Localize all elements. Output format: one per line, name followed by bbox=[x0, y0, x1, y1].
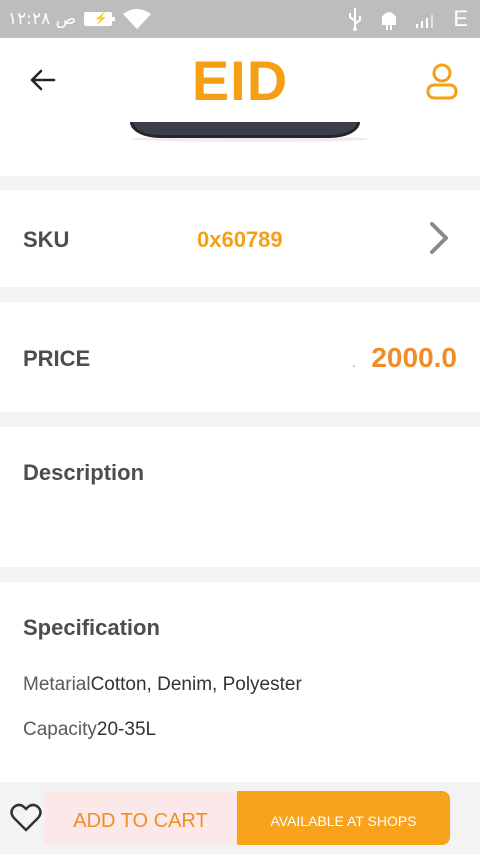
sku-value: 0x60789 bbox=[197, 227, 283, 252]
price-label: PRICE bbox=[23, 346, 91, 371]
spec-row: Capacity20-35L bbox=[23, 719, 156, 741]
user-icon bbox=[426, 63, 458, 100]
status-right-icons: E bbox=[347, 0, 468, 38]
available-at-shops-button[interactable]: AVAILABLE AT SHOPS bbox=[237, 791, 450, 845]
android-icon bbox=[382, 12, 397, 30]
signal-icon bbox=[416, 15, 434, 28]
spec-row: MetarialCotton, Denim, Polyester bbox=[23, 674, 302, 696]
status-time: ص ١٢:٢٨ bbox=[8, 9, 77, 29]
app-title: EID bbox=[191, 49, 289, 112]
battery-icon: ⚡ bbox=[84, 0, 115, 38]
description-label: Description bbox=[23, 460, 145, 485]
specification-label: Specification bbox=[23, 615, 160, 640]
chevron-right-icon[interactable] bbox=[426, 220, 452, 256]
currency-symbol: . bbox=[352, 354, 356, 370]
product-photo bbox=[130, 122, 360, 138]
wishlist-button[interactable] bbox=[8, 800, 44, 836]
sku-label: SKU bbox=[23, 227, 70, 252]
description-section: Description bbox=[0, 427, 480, 567]
network-type: E bbox=[453, 6, 468, 31]
wifi-icon bbox=[122, 0, 152, 38]
spec-key: Capacity bbox=[23, 719, 97, 740]
status-bar: ص ١٢:٢٨ ⚡ E bbox=[0, 0, 480, 38]
app-bar: EID bbox=[0, 38, 480, 122]
spec-value: Cotton, Denim, Polyester bbox=[90, 674, 302, 695]
price-row: PRICE . 2000.0 bbox=[0, 302, 480, 412]
bottom-action-bar: ADD TO CART AVAILABLE AT SHOPS bbox=[0, 782, 480, 854]
spec-value: 20-35L bbox=[96, 719, 157, 740]
price-value: 2000.0 bbox=[371, 342, 457, 373]
sku-row[interactable]: SKU 0x60789 bbox=[0, 190, 480, 287]
add-to-cart-button[interactable]: ADD TO CART bbox=[44, 791, 237, 845]
user-button[interactable] bbox=[422, 60, 462, 102]
spec-key: Metarial bbox=[23, 674, 91, 695]
usb-icon bbox=[349, 8, 362, 31]
heart-icon bbox=[10, 803, 42, 832]
specification-section: Specification MetarialCotton, Denim, Pol… bbox=[0, 582, 480, 782]
product-image bbox=[0, 122, 480, 176]
